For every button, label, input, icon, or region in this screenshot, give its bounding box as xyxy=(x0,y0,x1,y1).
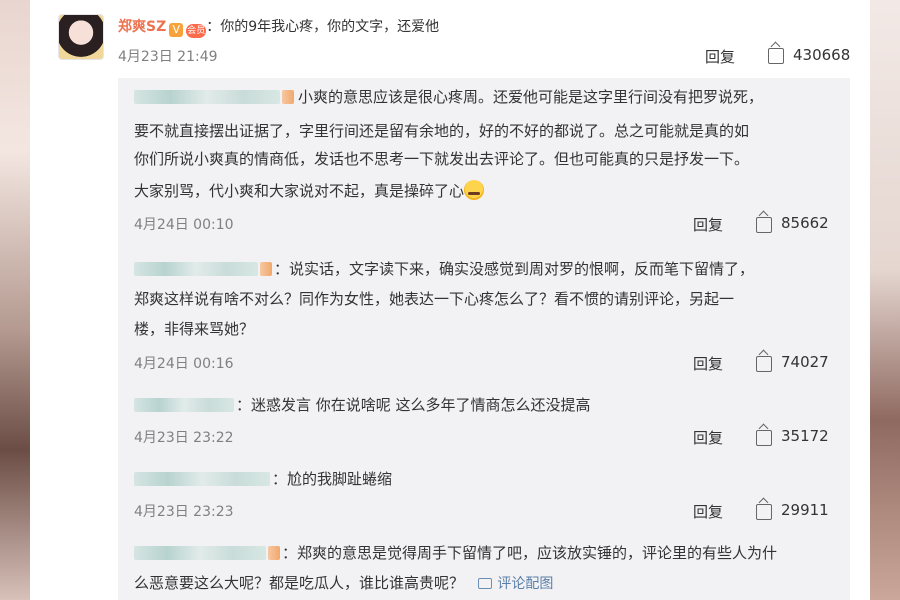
like-count: 29911 xyxy=(781,501,829,519)
reply-item: ：说实话，文字读下来，确实没感觉到周对罗的恨啊，反而笔下留情了， 郑爽这样说有啥… xyxy=(118,246,850,384)
blurred-badge-icon xyxy=(260,262,272,276)
main-reply-button[interactable]: 回复 xyxy=(705,46,735,67)
main-comment-line: 郑爽SZ V 会员：你的9年我心疼，你的文字，还爱他 xyxy=(118,16,439,38)
reply-item: ：尬的我脚趾蜷缩 4月23日 23:23 回复 29911 xyxy=(118,458,850,532)
like-count: 74027 xyxy=(781,353,829,371)
username-link[interactable]: 郑爽SZ xyxy=(118,19,166,35)
background-photo-left xyxy=(0,0,30,600)
laugh-cry-emoji-icon xyxy=(464,180,485,200)
reply-text-line: 小爽的意思应该是很心疼周。还爱他可能是这字里行间没有把罗说死， xyxy=(298,88,764,106)
reply-item: ：郑爽的意思是觉得周手下留情了吧，应该放实锤的，评论里的有些人为什 么恶意要这么… xyxy=(118,532,850,600)
reply-time: 4月24日 00:10 xyxy=(134,217,234,233)
vip-badge-icon: 会员 xyxy=(186,24,207,38)
reply-text-line: 要不就直接摆出证据了，字里行间还是留有余地的，好的不好的都说了。总之可能就是真的… xyxy=(134,122,750,140)
blurred-badge-icon xyxy=(282,90,294,104)
reply-text-line: ：尬的我脚趾蜷缩 xyxy=(272,470,393,488)
main-like-count: 430668 xyxy=(793,46,851,64)
reply-button[interactable]: 回复 xyxy=(693,214,723,235)
like-icon[interactable] xyxy=(756,504,772,520)
reply-text-line: 么恶意要这么大呢？都是吃瓜人，谁比谁高贵呢？ 评论配图 xyxy=(134,574,554,592)
reply-item: 小爽的意思应该是很心疼周。还爱他可能是这字里行间没有把罗说死， 要不就直接摆出证… xyxy=(118,78,850,246)
reply-button[interactable]: 回复 xyxy=(693,501,723,522)
reply-time: 4月23日 23:23 xyxy=(134,504,234,520)
blurred-username[interactable] xyxy=(134,262,258,276)
blurred-username[interactable] xyxy=(134,398,234,412)
blurred-username[interactable] xyxy=(134,472,270,486)
like-icon[interactable] xyxy=(768,48,784,64)
reply-item: ：迷惑发言 你在说啥呢 这么多年了情商怎么还没提高 4月23日 23:22 回复… xyxy=(118,384,850,458)
like-count: 35172 xyxy=(781,427,829,445)
reply-text-line: 你们所说小爽真的情商低，发话也不思考一下就发出去评论了。但也可能真的只是抒发一下… xyxy=(134,150,750,168)
blurred-username[interactable] xyxy=(134,90,280,104)
verified-badge-icon: V xyxy=(169,23,184,37)
reply-time: 4月23日 23:22 xyxy=(134,430,234,446)
main-comment-time: 4月23日 21:49 xyxy=(118,49,218,65)
reply-text-line: 郑爽这样说有啥不对么？同作为女性，她表达一下心疼怎么了？看不惯的请别评论，另起一 xyxy=(134,290,735,308)
comment-image-link[interactable]: 评论配图 xyxy=(478,576,553,592)
main-comment: 郑爽SZ V 会员：你的9年我心疼，你的文字，还爱他 4月23日 21:49 回复 … xyxy=(30,0,870,78)
comment-panel: 郑爽SZ V 会员：你的9年我心疼，你的文字，还爱他 4月23日 21:49 回复 … xyxy=(30,0,870,600)
blurred-username[interactable] xyxy=(134,546,266,560)
reply-text-line: ：迷惑发言 你在说啥呢 这么多年了情商怎么还没提高 xyxy=(236,396,591,414)
like-icon[interactable] xyxy=(756,217,772,233)
reply-text-line: 大家别骂，代小爽和大家说对不起，真是操碎了心 xyxy=(134,178,485,204)
reply-text-line: ：郑爽的意思是觉得周手下留情了吧，应该放实锤的，评论里的有些人为什 xyxy=(282,544,778,562)
reply-button[interactable]: 回复 xyxy=(693,427,723,448)
like-count: 85662 xyxy=(781,214,829,232)
reply-time: 4月24日 00:16 xyxy=(134,356,234,372)
main-comment-text: ：你的9年我心疼，你的文字，还爱他 xyxy=(206,19,440,35)
like-icon[interactable] xyxy=(756,356,772,372)
reply-button[interactable]: 回复 xyxy=(693,353,723,374)
reply-text-line: ：说实话，文字读下来，确实没感觉到周对罗的恨啊，反而笔下留情了， xyxy=(274,260,755,278)
reply-text-line: 楼，非得来骂她？ xyxy=(134,320,255,338)
image-icon xyxy=(478,578,493,589)
blurred-badge-icon xyxy=(268,546,280,560)
avatar[interactable] xyxy=(58,14,104,60)
background-photo-right xyxy=(870,0,900,600)
like-icon[interactable] xyxy=(756,430,772,446)
replies-list: 小爽的意思应该是很心疼周。还爱他可能是这字里行间没有把罗说死， 要不就直接摆出证… xyxy=(118,78,850,600)
